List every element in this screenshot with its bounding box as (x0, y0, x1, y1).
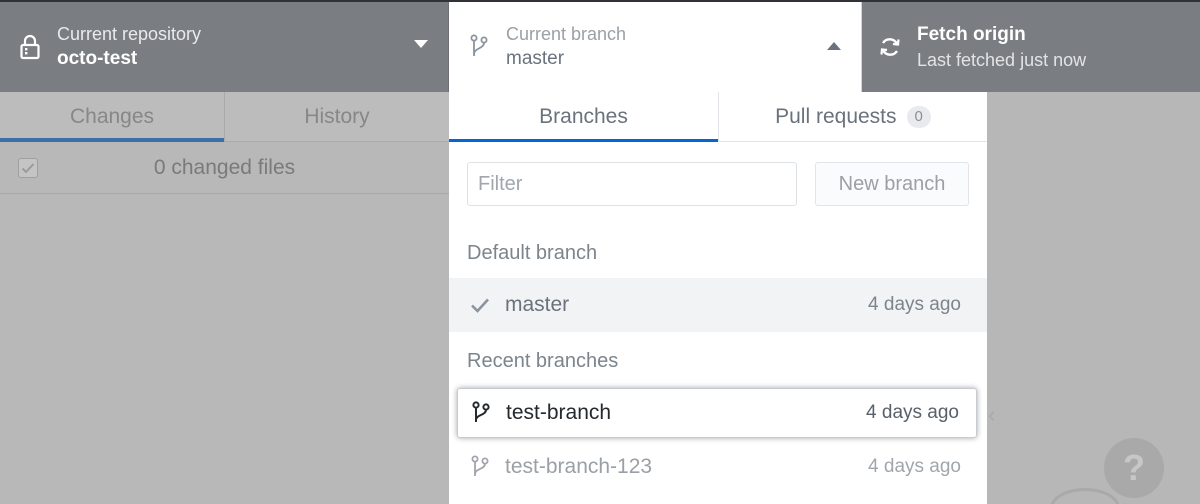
tab-pull-requests-label: Pull requests (775, 104, 897, 128)
git-branch-icon (467, 33, 491, 61)
filter-input[interactable] (467, 162, 797, 206)
branch-item-test-branch[interactable]: test-branch 4 days ago (457, 388, 977, 438)
tab-changes[interactable]: Changes (0, 92, 224, 142)
repository-name: octo-test (57, 48, 138, 69)
changes-header: 0 changed files (0, 142, 449, 194)
chevron-up-icon (827, 42, 841, 50)
fetch-title: Fetch origin (917, 24, 1026, 45)
git-branch-icon (469, 455, 491, 479)
branch-time: 4 days ago (868, 294, 961, 315)
branch-name: master (505, 293, 570, 316)
filter-row: New branch (467, 162, 969, 206)
check-icon (469, 293, 491, 317)
branch-time: 4 days ago (866, 402, 959, 423)
branch-time: 4 days ago (868, 456, 961, 477)
branch-name: test-branch (506, 401, 612, 424)
branch-name: master (506, 48, 565, 69)
fetch-status: Last fetched just now (917, 50, 1087, 70)
branch-item-test-branch-123[interactable]: test-branch-123 4 days ago (449, 440, 987, 494)
tab-history[interactable]: History (224, 92, 449, 141)
branch-selector[interactable]: Current branch master (449, 2, 862, 92)
new-branch-button[interactable]: New branch (815, 162, 969, 206)
fetch-origin-button[interactable]: Fetch origin Last fetched just now (862, 2, 1200, 92)
chevron-down-icon (414, 40, 428, 48)
check-icon (21, 163, 35, 174)
tab-pull-requests[interactable]: Pull requests 0 (718, 92, 987, 141)
repository-label: Current repository (57, 24, 202, 44)
recent-branches-header: Recent branches (467, 350, 619, 372)
branch-item-master[interactable]: master 4 days ago (449, 278, 987, 332)
select-all-checkbox[interactable] (18, 158, 38, 178)
panel-tabs: Changes History (0, 92, 449, 142)
toolbar: Current repository octo-test Current bra… (0, 0, 1200, 92)
dropdown-tabs: Branches Pull requests 0 (449, 92, 987, 142)
default-branch-header: Default branch (467, 242, 598, 264)
tab-branches[interactable]: Branches (449, 92, 718, 142)
branch-label: Current branch (506, 24, 627, 44)
lock-icon (18, 33, 42, 61)
pull-request-count-badge: 0 (906, 105, 931, 128)
changed-files-count: 0 changed files (153, 155, 296, 179)
help-icon[interactable]: ? (1104, 438, 1164, 498)
git-branch-icon (470, 401, 492, 425)
branch-name: test-branch-123 (505, 455, 653, 478)
decorative-arc (1050, 488, 1120, 504)
branch-dropdown: Branches Pull requests 0 New branch Defa… (449, 92, 987, 504)
chevron-left-icon: ‹ (988, 402, 996, 427)
tab-branches-label: Branches (539, 104, 628, 128)
repository-selector[interactable]: Current repository octo-test (0, 2, 449, 92)
sync-icon (878, 33, 902, 61)
changes-panel: Changes History 0 changed files (0, 92, 449, 504)
